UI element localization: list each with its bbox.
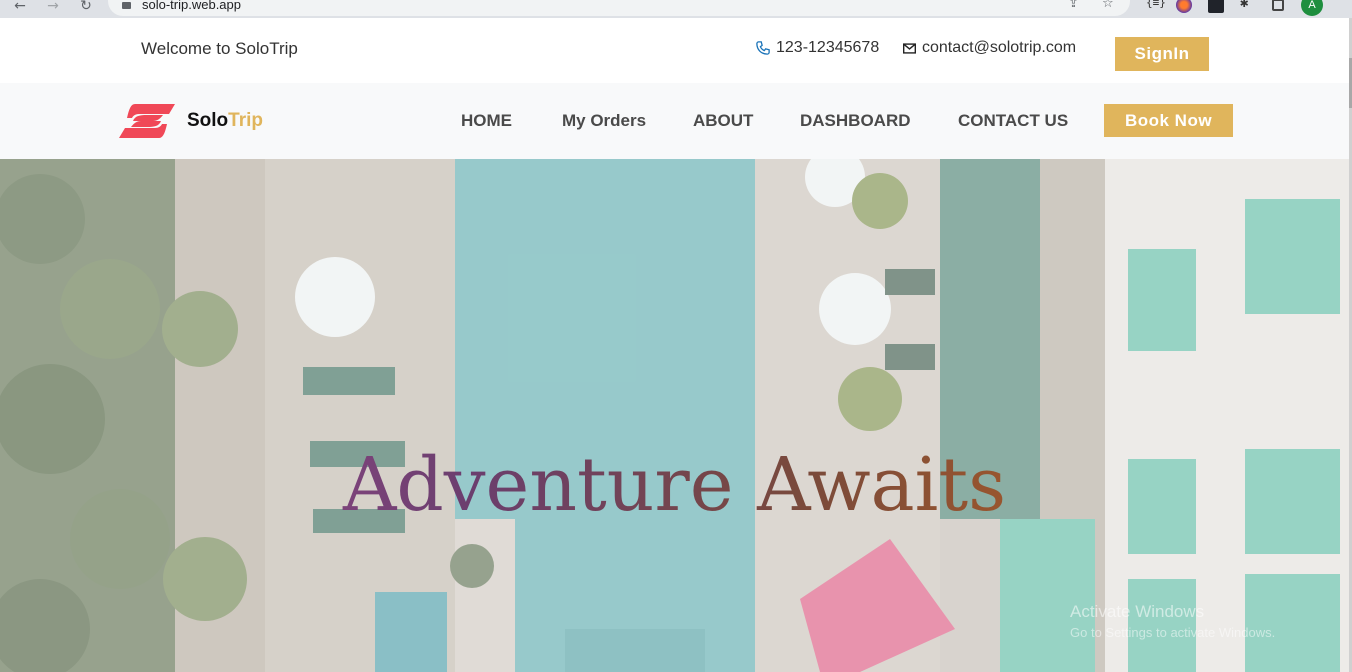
windows-activation-subtitle: Go to Settings to activate Windows. — [1070, 625, 1276, 640]
lock-icon — [122, 2, 131, 9]
signin-button[interactable]: SignIn — [1115, 37, 1209, 71]
email-contact[interactable]: contact@solotrip.com — [903, 39, 1076, 57]
address-bar[interactable]: solo-trip.web.app ⇪ ☆ — [108, 0, 1130, 16]
back-icon[interactable]: ← — [12, 0, 28, 14]
reload-icon[interactable]: ↻ — [78, 0, 94, 14]
brand-name-trip: Trip — [228, 110, 264, 131]
main-navbar: SoloTrip HOME My Orders ABOUT DASHBOARD … — [0, 83, 1349, 159]
nav-contact-us[interactable]: CONTACT US — [958, 111, 1068, 131]
top-info-bar: Welcome to SoloTrip 123-12345678 contact… — [0, 18, 1349, 83]
brand-logo[interactable]: SoloTrip — [117, 102, 263, 140]
nav-about[interactable]: ABOUT — [693, 111, 753, 131]
bookmark-star-icon[interactable]: ☆ — [1102, 0, 1114, 10]
phone-contact[interactable]: 123-12345678 — [756, 39, 879, 57]
browser-toolbar: ← → ↻ solo-trip.web.app ⇪ ☆ {≡} ✱ A — [0, 0, 1352, 18]
solotrip-logo-icon — [119, 104, 175, 138]
book-now-button[interactable]: Book Now — [1104, 104, 1233, 137]
brand-name-solo: Solo — [187, 110, 229, 131]
share-icon[interactable]: ⇪ — [1068, 0, 1079, 10]
nav-my-orders[interactable]: My Orders — [562, 111, 646, 131]
nav-home[interactable]: HOME — [461, 111, 512, 131]
brand-name: SoloTrip — [187, 110, 263, 132]
side-panel-icon[interactable] — [1272, 0, 1284, 11]
phone-icon — [756, 41, 770, 55]
nav-dashboard[interactable]: DASHBOARD — [800, 111, 911, 131]
welcome-text: Welcome to SoloTrip — [141, 39, 298, 58]
url-text[interactable]: solo-trip.web.app — [142, 0, 241, 12]
windows-activation-title: Activate Windows — [1070, 602, 1205, 621]
hero-title: Adventure Awaits — [0, 445, 1349, 525]
phone-number: 123-12345678 — [776, 39, 880, 56]
profile-avatar[interactable]: A — [1301, 0, 1323, 16]
extensions-puzzle-icon[interactable]: ✱ — [1240, 0, 1248, 11]
hero-section: Adventure Awaits Activate Windows Go to … — [0, 159, 1349, 672]
hero-overlay — [0, 159, 1349, 672]
extension-react-icon[interactable] — [1208, 0, 1224, 13]
extension-firefox-icon[interactable] — [1176, 0, 1192, 13]
extension-json-icon[interactable]: {≡} — [1146, 0, 1166, 9]
envelope-icon — [903, 42, 916, 54]
forward-icon[interactable]: → — [45, 0, 61, 14]
email-address: contact@solotrip.com — [922, 39, 1077, 56]
